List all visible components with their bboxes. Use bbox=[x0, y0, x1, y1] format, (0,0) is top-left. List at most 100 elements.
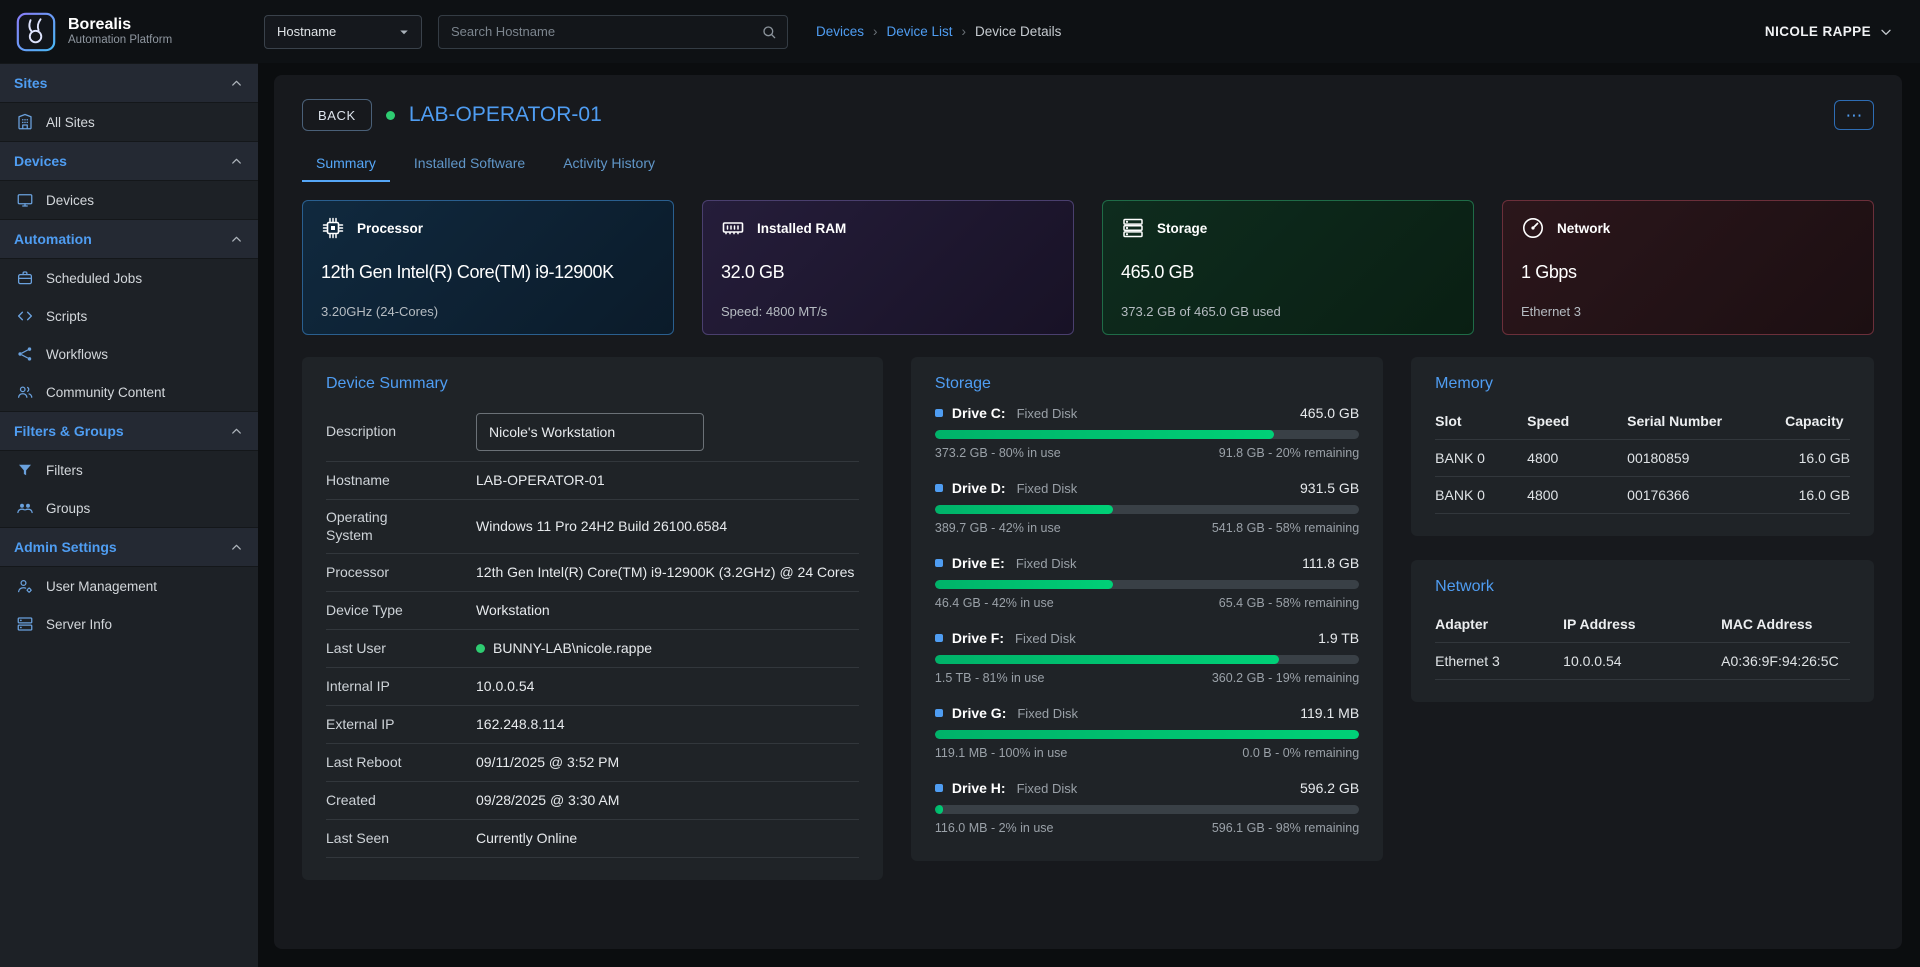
memory-col-speed: Speed bbox=[1527, 405, 1627, 440]
summary-row-last-reboot: Last Reboot 09/11/2025 @ 3:52 PM bbox=[326, 744, 859, 782]
sidebar-item-devices[interactable]: Devices bbox=[0, 181, 258, 219]
network-gauge-icon bbox=[1521, 216, 1545, 240]
stat-card-value: 32.0 GB bbox=[721, 262, 1055, 283]
drive-used-label: 119.1 MB - 100% in use bbox=[935, 746, 1067, 760]
brand-subtitle: Automation Platform bbox=[68, 34, 172, 47]
sidebar-item-label: Devices bbox=[46, 193, 94, 208]
summary-value: 12th Gen Intel(R) Core(TM) i9-12900K (3.… bbox=[476, 563, 854, 582]
chevron-up-icon bbox=[229, 424, 244, 439]
sidebar-item-scripts[interactable]: Scripts bbox=[0, 297, 258, 335]
sidebar-section-label: Sites bbox=[14, 75, 47, 91]
sidebar-item-server-info[interactable]: Server Info bbox=[0, 605, 258, 643]
drive-usage-bar bbox=[935, 430, 1359, 439]
breadcrumb-device-details: Device Details bbox=[975, 24, 1061, 39]
device-details-container: BACK LAB-OPERATOR-01 ⋯ Summary Installed… bbox=[274, 75, 1902, 949]
stat-card-ram: Installed RAM 32.0 GB Speed: 4800 MT/s bbox=[702, 200, 1074, 335]
chevron-up-icon bbox=[229, 76, 244, 91]
drive-name: Drive F: bbox=[952, 630, 1004, 646]
sidebar-item-groups[interactable]: Groups bbox=[0, 489, 258, 527]
sidebar-section-automation[interactable]: Automation bbox=[0, 219, 258, 259]
sidebar-section-sites[interactable]: Sites bbox=[0, 63, 258, 103]
summary-value: Windows 11 Pro 24H2 Build 26100.6584 bbox=[476, 517, 727, 536]
drive-usage-fill bbox=[935, 655, 1279, 664]
drive-used-label: 116.0 MB - 2% in use bbox=[935, 821, 1054, 835]
drive-row-f: Drive F: Fixed Disk 1.9 TB 1.5 TB - 81% … bbox=[935, 630, 1359, 685]
sidebar: Sites All Sites Devices Devices Automati… bbox=[0, 63, 258, 967]
building-icon bbox=[16, 113, 34, 131]
stat-card-processor: Processor 12th Gen Intel(R) Core(TM) i9-… bbox=[302, 200, 674, 335]
server-icon bbox=[16, 615, 34, 633]
drive-size: 111.8 GB bbox=[1302, 555, 1359, 571]
stat-card-value: 1 Gbps bbox=[1521, 262, 1855, 283]
sidebar-item-workflows[interactable]: Workflows bbox=[0, 335, 258, 373]
breadcrumb-devices[interactable]: Devices bbox=[816, 24, 864, 39]
drive-usage-fill bbox=[935, 805, 943, 814]
brand-area[interactable]: Borealis Automation Platform bbox=[0, 0, 258, 63]
workflow-icon bbox=[16, 345, 34, 363]
summary-row-last-seen: Last Seen Currently Online bbox=[326, 820, 859, 858]
filter-icon bbox=[16, 461, 34, 479]
sidebar-item-label: Filters bbox=[46, 463, 83, 478]
stat-card-sub: 3.20GHz (24-Cores) bbox=[321, 304, 655, 319]
sidebar-item-filters[interactable]: Filters bbox=[0, 451, 258, 489]
drive-bullet-icon bbox=[935, 709, 943, 717]
hostname-filter-select[interactable]: Hostname bbox=[264, 15, 422, 49]
drive-row-d: Drive D: Fixed Disk 931.5 GB 389.7 GB - … bbox=[935, 480, 1359, 535]
sidebar-item-label: User Management bbox=[46, 579, 157, 594]
sidebar-item-scheduled-jobs[interactable]: Scheduled Jobs bbox=[0, 259, 258, 297]
drive-row-c: Drive C: Fixed Disk 465.0 GB 373.2 GB - … bbox=[935, 405, 1359, 460]
sidebar-item-label: All Sites bbox=[46, 115, 95, 130]
more-actions-button[interactable]: ⋯ bbox=[1834, 100, 1874, 130]
tab-activity-history[interactable]: Activity History bbox=[549, 145, 669, 182]
breadcrumb-device-list[interactable]: Device List bbox=[887, 24, 953, 39]
chevron-up-icon bbox=[229, 540, 244, 555]
user-gear-icon bbox=[16, 577, 34, 595]
storage-icon bbox=[1121, 216, 1145, 240]
sidebar-section-label: Devices bbox=[14, 153, 67, 169]
search-input[interactable] bbox=[451, 24, 761, 39]
cpu-icon bbox=[321, 216, 345, 240]
drive-remaining-label: 91.8 GB - 20% remaining bbox=[1219, 446, 1359, 460]
drive-type: Fixed Disk bbox=[1016, 556, 1077, 571]
devices-icon bbox=[16, 191, 34, 209]
drive-remaining-label: 360.2 GB - 19% remaining bbox=[1212, 671, 1359, 685]
sidebar-section-admin-settings[interactable]: Admin Settings bbox=[0, 527, 258, 567]
drive-row-g: Drive G: Fixed Disk 119.1 MB 119.1 MB - … bbox=[935, 705, 1359, 760]
sidebar-section-filters-groups[interactable]: Filters & Groups bbox=[0, 411, 258, 451]
sidebar-item-label: Server Info bbox=[46, 617, 112, 632]
user-menu[interactable]: NICOLE RAPPE bbox=[1765, 24, 1894, 40]
device-online-dot bbox=[386, 111, 395, 120]
summary-label: Hostname bbox=[326, 472, 476, 490]
drive-usage-fill bbox=[935, 505, 1113, 514]
network-panel: Network Adapter IP Address MAC Address bbox=[1411, 560, 1874, 702]
back-button[interactable]: BACK bbox=[302, 99, 372, 131]
summary-row-operating-system: Operating System Windows 11 Pro 24H2 Bui… bbox=[326, 500, 859, 554]
sidebar-item-user-management[interactable]: User Management bbox=[0, 567, 258, 605]
sidebar-item-all-sites[interactable]: All Sites bbox=[0, 103, 258, 141]
sidebar-section-label: Admin Settings bbox=[14, 539, 117, 555]
stat-card-sub: Speed: 4800 MT/s bbox=[721, 304, 1055, 319]
network-row: Ethernet 3 10.0.0.54 A0:36:9F:94:26:5C bbox=[1435, 643, 1850, 680]
topbar: Hostname Devices › Device List › Device … bbox=[258, 0, 1920, 63]
description-input[interactable] bbox=[476, 413, 704, 451]
app-root: Borealis Automation Platform Hostname De… bbox=[0, 0, 1920, 967]
drive-size: 931.5 GB bbox=[1300, 480, 1359, 496]
sidebar-item-label: Scripts bbox=[46, 309, 87, 324]
drive-size: 465.0 GB bbox=[1300, 405, 1359, 421]
stat-card-network: Network 1 Gbps Ethernet 3 bbox=[1502, 200, 1874, 335]
sidebar-item-label: Scheduled Jobs bbox=[46, 271, 142, 286]
ram-icon bbox=[721, 216, 745, 240]
hostname-search[interactable] bbox=[438, 15, 788, 49]
summary-label: Description bbox=[326, 423, 476, 441]
drive-type: Fixed Disk bbox=[1015, 631, 1076, 646]
summary-label: Last Reboot bbox=[326, 754, 476, 772]
stat-cards: Processor 12th Gen Intel(R) Core(TM) i9-… bbox=[302, 200, 1874, 335]
sidebar-section-devices[interactable]: Devices bbox=[0, 141, 258, 181]
page-header: BACK LAB-OPERATOR-01 ⋯ bbox=[302, 99, 1874, 131]
memory-serial: 00180859 bbox=[1627, 440, 1785, 477]
stat-card-label: Installed RAM bbox=[757, 221, 846, 236]
sidebar-item-community-content[interactable]: Community Content bbox=[0, 373, 258, 411]
tab-summary[interactable]: Summary bbox=[302, 145, 390, 182]
tab-installed-software[interactable]: Installed Software bbox=[400, 145, 539, 182]
network-col-ip: IP Address bbox=[1563, 608, 1721, 643]
